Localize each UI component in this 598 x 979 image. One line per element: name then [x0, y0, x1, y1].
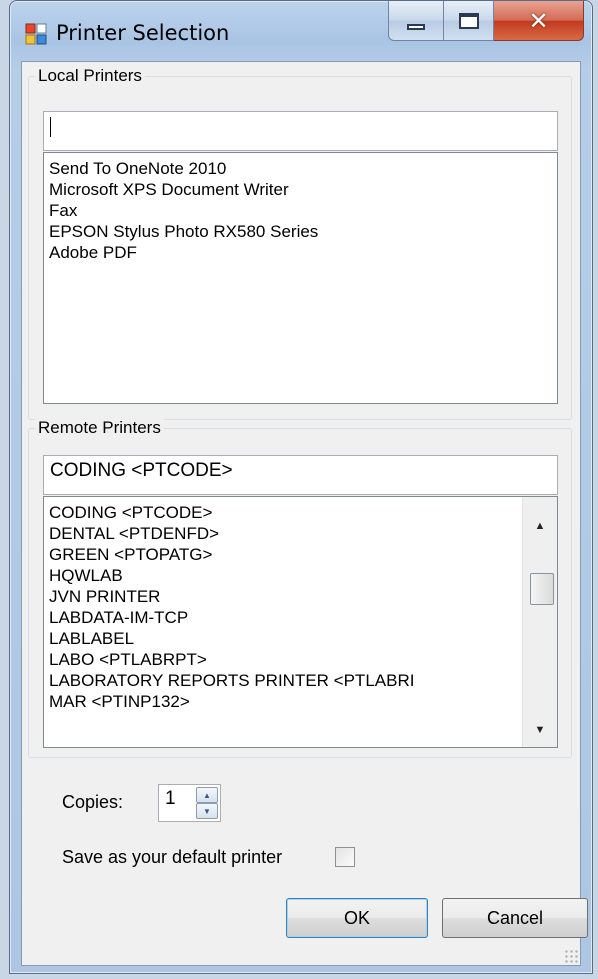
caption-buttons: ✕ — [388, 1, 584, 43]
remote-printers-search-input[interactable]: CODING <PTCODE> — [43, 455, 558, 495]
window-title: Printer Selection — [56, 21, 230, 45]
spin-up-icon[interactable]: ▲ — [196, 787, 218, 803]
remote-printer-item[interactable]: LABORATORY REPORTS PRINTER <PTLABRI — [44, 670, 521, 691]
copies-spin-buttons: ▲ ▼ — [196, 787, 218, 819]
dialog-body: Local Printers Send To OneNote 2010 Micro… — [21, 61, 588, 966]
remote-printers-label: Remote Printers — [35, 418, 164, 438]
remote-printers-items: CODING <PTCODE> DENTAL <PTDENFD> GREEN <PT… — [44, 502, 557, 712]
remote-search-value: CODING <PTCODE> — [50, 460, 233, 481]
local-printer-item[interactable]: Adobe PDF — [44, 242, 557, 263]
remote-printer-item[interactable]: LABO <PTLABRPT> — [44, 649, 521, 670]
title-bar[interactable]: Printer Selection ✕ — [10, 1, 592, 61]
default-printer-checkbox[interactable] — [335, 847, 355, 867]
close-icon: ✕ — [528, 6, 549, 35]
remote-printer-item[interactable]: GREEN <PTOPATG> — [44, 544, 521, 565]
remote-printer-item[interactable]: HQWLAB — [44, 565, 521, 586]
local-printers-list[interactable]: Send To OneNote 2010 Microsoft XPS Docume… — [43, 152, 558, 404]
ok-button[interactable]: OK — [286, 898, 428, 938]
remote-printer-item[interactable]: LABLABEL — [44, 628, 521, 649]
maximize-button[interactable] — [444, 1, 494, 41]
remote-printers-group: Remote Printers CODING <PTCODE> CODING <… — [28, 418, 572, 758]
text-caret — [50, 116, 51, 137]
local-printer-item[interactable]: EPSON Stylus Photo RX580 Series — [44, 221, 557, 242]
local-printer-item[interactable]: Send To OneNote 2010 — [44, 158, 557, 179]
remote-printers-list[interactable]: CODING <PTCODE> DENTAL <PTDENFD> GREEN <PT… — [43, 496, 558, 748]
local-printer-item[interactable]: Fax — [44, 200, 557, 221]
local-printers-group: Local Printers Send To OneNote 2010 Micro… — [28, 66, 572, 420]
close-button[interactable]: ✕ — [494, 1, 584, 41]
copies-stepper[interactable]: 1 ▲ ▼ — [158, 784, 221, 822]
remote-list-scrollbar[interactable]: ▲ ▼ — [522, 497, 557, 747]
copies-value: 1 — [165, 788, 176, 809]
remote-printer-item[interactable]: LABDATA-IM-TCP — [44, 607, 521, 628]
remote-printer-item[interactable]: MAR <PTINP132> — [44, 691, 521, 712]
dialog-window: Printer Selection ✕ Local Printers Send … — [9, 0, 593, 974]
cancel-button[interactable]: Cancel — [442, 898, 588, 938]
resize-grip-icon[interactable] — [564, 949, 578, 963]
maximize-icon — [458, 12, 479, 29]
local-printers-label: Local Printers — [35, 66, 145, 86]
local-printer-item[interactable]: Microsoft XPS Document Writer — [44, 179, 557, 200]
copies-label: Copies: — [62, 792, 124, 812]
minimize-icon — [407, 23, 425, 30]
spin-down-icon[interactable]: ▼ — [196, 803, 218, 819]
scroll-up-icon[interactable]: ▲ — [523, 509, 557, 543]
remote-printer-item[interactable]: JVN PRINTER — [44, 586, 521, 607]
window-app-icon — [25, 23, 47, 45]
minimize-button[interactable] — [388, 1, 444, 41]
remote-printer-item[interactable]: CODING <PTCODE> — [44, 502, 521, 523]
scroll-thumb[interactable] — [530, 573, 554, 605]
remote-printer-item[interactable]: DENTAL <PTDENFD> — [44, 523, 521, 544]
scroll-down-icon[interactable]: ▼ — [523, 713, 557, 747]
default-printer-label: Save as your default printer — [62, 847, 283, 867]
local-printers-search-input[interactable] — [43, 111, 558, 151]
